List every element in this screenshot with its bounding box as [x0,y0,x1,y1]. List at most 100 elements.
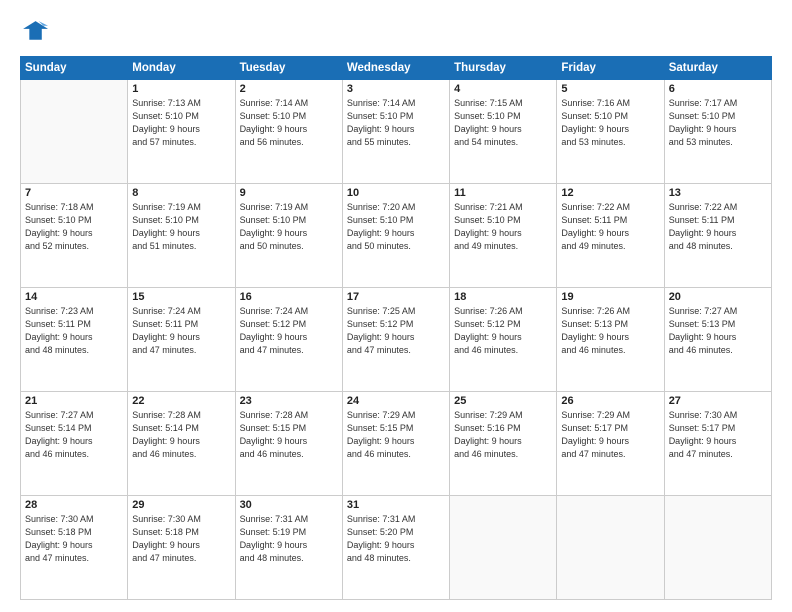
cell-info: Sunrise: 7:28 AMSunset: 5:15 PMDaylight:… [240,409,338,461]
day-number: 6 [669,83,767,95]
calendar-cell: 7 Sunrise: 7:18 AMSunset: 5:10 PMDaylight… [21,184,128,288]
day-number: 12 [561,187,659,199]
weekday-header: Saturday [664,57,771,80]
cell-info: Sunrise: 7:31 AMSunset: 5:19 PMDaylight:… [240,513,338,565]
day-number: 4 [454,83,552,95]
calendar-week-row: 14 Sunrise: 7:23 AMSunset: 5:11 PMDayligh… [21,288,772,392]
day-number: 22 [132,395,230,407]
day-number: 7 [25,187,123,199]
calendar-cell [557,496,664,600]
day-number: 31 [347,499,445,511]
calendar-cell: 11 Sunrise: 7:21 AMSunset: 5:10 PMDayligh… [450,184,557,288]
cell-info: Sunrise: 7:28 AMSunset: 5:14 PMDaylight:… [132,409,230,461]
cell-info: Sunrise: 7:18 AMSunset: 5:10 PMDaylight:… [25,201,123,253]
weekday-header: Wednesday [342,57,449,80]
cell-info: Sunrise: 7:14 AMSunset: 5:10 PMDaylight:… [240,97,338,149]
day-number: 15 [132,291,230,303]
calendar-cell: 23 Sunrise: 7:28 AMSunset: 5:15 PMDayligh… [235,392,342,496]
calendar-cell: 20 Sunrise: 7:27 AMSunset: 5:13 PMDayligh… [664,288,771,392]
day-number: 13 [669,187,767,199]
day-number: 21 [25,395,123,407]
calendar-cell [664,496,771,600]
cell-info: Sunrise: 7:24 AMSunset: 5:11 PMDaylight:… [132,305,230,357]
calendar-cell: 28 Sunrise: 7:30 AMSunset: 5:18 PMDayligh… [21,496,128,600]
calendar-cell: 9 Sunrise: 7:19 AMSunset: 5:10 PMDaylight… [235,184,342,288]
calendar-week-row: 28 Sunrise: 7:30 AMSunset: 5:18 PMDayligh… [21,496,772,600]
day-number: 23 [240,395,338,407]
weekday-header: Friday [557,57,664,80]
day-number: 30 [240,499,338,511]
calendar-cell: 29 Sunrise: 7:30 AMSunset: 5:18 PMDayligh… [128,496,235,600]
cell-info: Sunrise: 7:25 AMSunset: 5:12 PMDaylight:… [347,305,445,357]
day-number: 29 [132,499,230,511]
cell-info: Sunrise: 7:30 AMSunset: 5:18 PMDaylight:… [25,513,123,565]
day-number: 14 [25,291,123,303]
calendar-cell: 14 Sunrise: 7:23 AMSunset: 5:11 PMDayligh… [21,288,128,392]
calendar-cell [450,496,557,600]
cell-info: Sunrise: 7:31 AMSunset: 5:20 PMDaylight:… [347,513,445,565]
cell-info: Sunrise: 7:14 AMSunset: 5:10 PMDaylight:… [347,97,445,149]
cell-info: Sunrise: 7:15 AMSunset: 5:10 PMDaylight:… [454,97,552,149]
cell-info: Sunrise: 7:19 AMSunset: 5:10 PMDaylight:… [240,201,338,253]
day-number: 18 [454,291,552,303]
calendar-week-row: 1Sunrise: 7:13 AMSunset: 5:10 PMDaylight… [21,80,772,184]
day-number: 16 [240,291,338,303]
calendar-header-row: SundayMondayTuesdayWednesdayThursdayFrid… [21,57,772,80]
day-number: 24 [347,395,445,407]
cell-info: Sunrise: 7:30 AMSunset: 5:17 PMDaylight:… [669,409,767,461]
calendar-cell: 19 Sunrise: 7:26 AMSunset: 5:13 PMDayligh… [557,288,664,392]
calendar-cell: 5 Sunrise: 7:16 AMSunset: 5:10 PMDaylight… [557,80,664,184]
calendar-cell: 27 Sunrise: 7:30 AMSunset: 5:17 PMDayligh… [664,392,771,496]
cell-info: Sunrise: 7:22 AMSunset: 5:11 PMDaylight:… [561,201,659,253]
day-number: 3 [347,83,445,95]
cell-info: Sunrise: 7:27 AMSunset: 5:13 PMDaylight:… [669,305,767,357]
day-number: 2 [240,83,338,95]
cell-info: Sunrise: 7:17 AMSunset: 5:10 PMDaylight:… [669,97,767,149]
calendar-cell: 13 Sunrise: 7:22 AMSunset: 5:11 PMDayligh… [664,184,771,288]
calendar-cell: 16 Sunrise: 7:24 AMSunset: 5:12 PMDayligh… [235,288,342,392]
day-number: 17 [347,291,445,303]
day-number: 20 [669,291,767,303]
cell-info: Sunrise: 7:21 AMSunset: 5:10 PMDaylight:… [454,201,552,253]
day-number: 9 [240,187,338,199]
day-number: 28 [25,499,123,511]
page: SundayMondayTuesdayWednesdayThursdayFrid… [0,0,792,612]
cell-info: Sunrise: 7:29 AMSunset: 5:15 PMDaylight:… [347,409,445,461]
cell-info: Sunrise: 7:23 AMSunset: 5:11 PMDaylight:… [25,305,123,357]
calendar-cell: 18Sunrise: 7:26 AMSunset: 5:12 PMDayligh… [450,288,557,392]
calendar-cell: 24 Sunrise: 7:29 AMSunset: 5:15 PMDayligh… [342,392,449,496]
calendar-cell: 2 Sunrise: 7:14 AMSunset: 5:10 PMDaylight… [235,80,342,184]
weekday-header: Sunday [21,57,128,80]
day-number: 5 [561,83,659,95]
cell-info: Sunrise: 7:30 AMSunset: 5:18 PMDaylight:… [132,513,230,565]
day-number: 25 [454,395,552,407]
header [20,18,772,46]
weekday-header: Thursday [450,57,557,80]
cell-info: Sunrise: 7:29 AMSunset: 5:17 PMDaylight:… [561,409,659,461]
cell-info: Sunrise: 7:19 AMSunset: 5:10 PMDaylight:… [132,201,230,253]
calendar-cell: 25 Sunrise: 7:29 AMSunset: 5:16 PMDayligh… [450,392,557,496]
calendar-cell: 17 Sunrise: 7:25 AMSunset: 5:12 PMDayligh… [342,288,449,392]
day-number: 27 [669,395,767,407]
calendar-cell: 30 Sunrise: 7:31 AMSunset: 5:19 PMDayligh… [235,496,342,600]
cell-info: Sunrise: 7:29 AMSunset: 5:16 PMDaylight:… [454,409,552,461]
day-number: 19 [561,291,659,303]
cell-info: Sunrise: 7:22 AMSunset: 5:11 PMDaylight:… [669,201,767,253]
calendar-cell: 21Sunrise: 7:27 AMSunset: 5:14 PMDayligh… [21,392,128,496]
cell-info: Sunrise: 7:24 AMSunset: 5:12 PMDaylight:… [240,305,338,357]
calendar-cell: 4 Sunrise: 7:15 AMSunset: 5:10 PMDaylight… [450,80,557,184]
logo [20,18,52,46]
calendar-cell [21,80,128,184]
cell-info: Sunrise: 7:26 AMSunset: 5:13 PMDaylight:… [561,305,659,357]
cell-info: Sunrise: 7:20 AMSunset: 5:10 PMDaylight:… [347,201,445,253]
cell-info: Sunrise: 7:16 AMSunset: 5:10 PMDaylight:… [561,97,659,149]
calendar-cell: 31 Sunrise: 7:31 AMSunset: 5:20 PMDayligh… [342,496,449,600]
calendar: SundayMondayTuesdayWednesdayThursdayFrid… [20,56,772,600]
day-number: 8 [132,187,230,199]
logo-icon [20,18,48,46]
calendar-week-row: 7 Sunrise: 7:18 AMSunset: 5:10 PMDaylight… [21,184,772,288]
calendar-cell: 8 Sunrise: 7:19 AMSunset: 5:10 PMDaylight… [128,184,235,288]
day-number: 11 [454,187,552,199]
calendar-cell: 26Sunrise: 7:29 AMSunset: 5:17 PMDayligh… [557,392,664,496]
calendar-cell: 6 Sunrise: 7:17 AMSunset: 5:10 PMDaylight… [664,80,771,184]
